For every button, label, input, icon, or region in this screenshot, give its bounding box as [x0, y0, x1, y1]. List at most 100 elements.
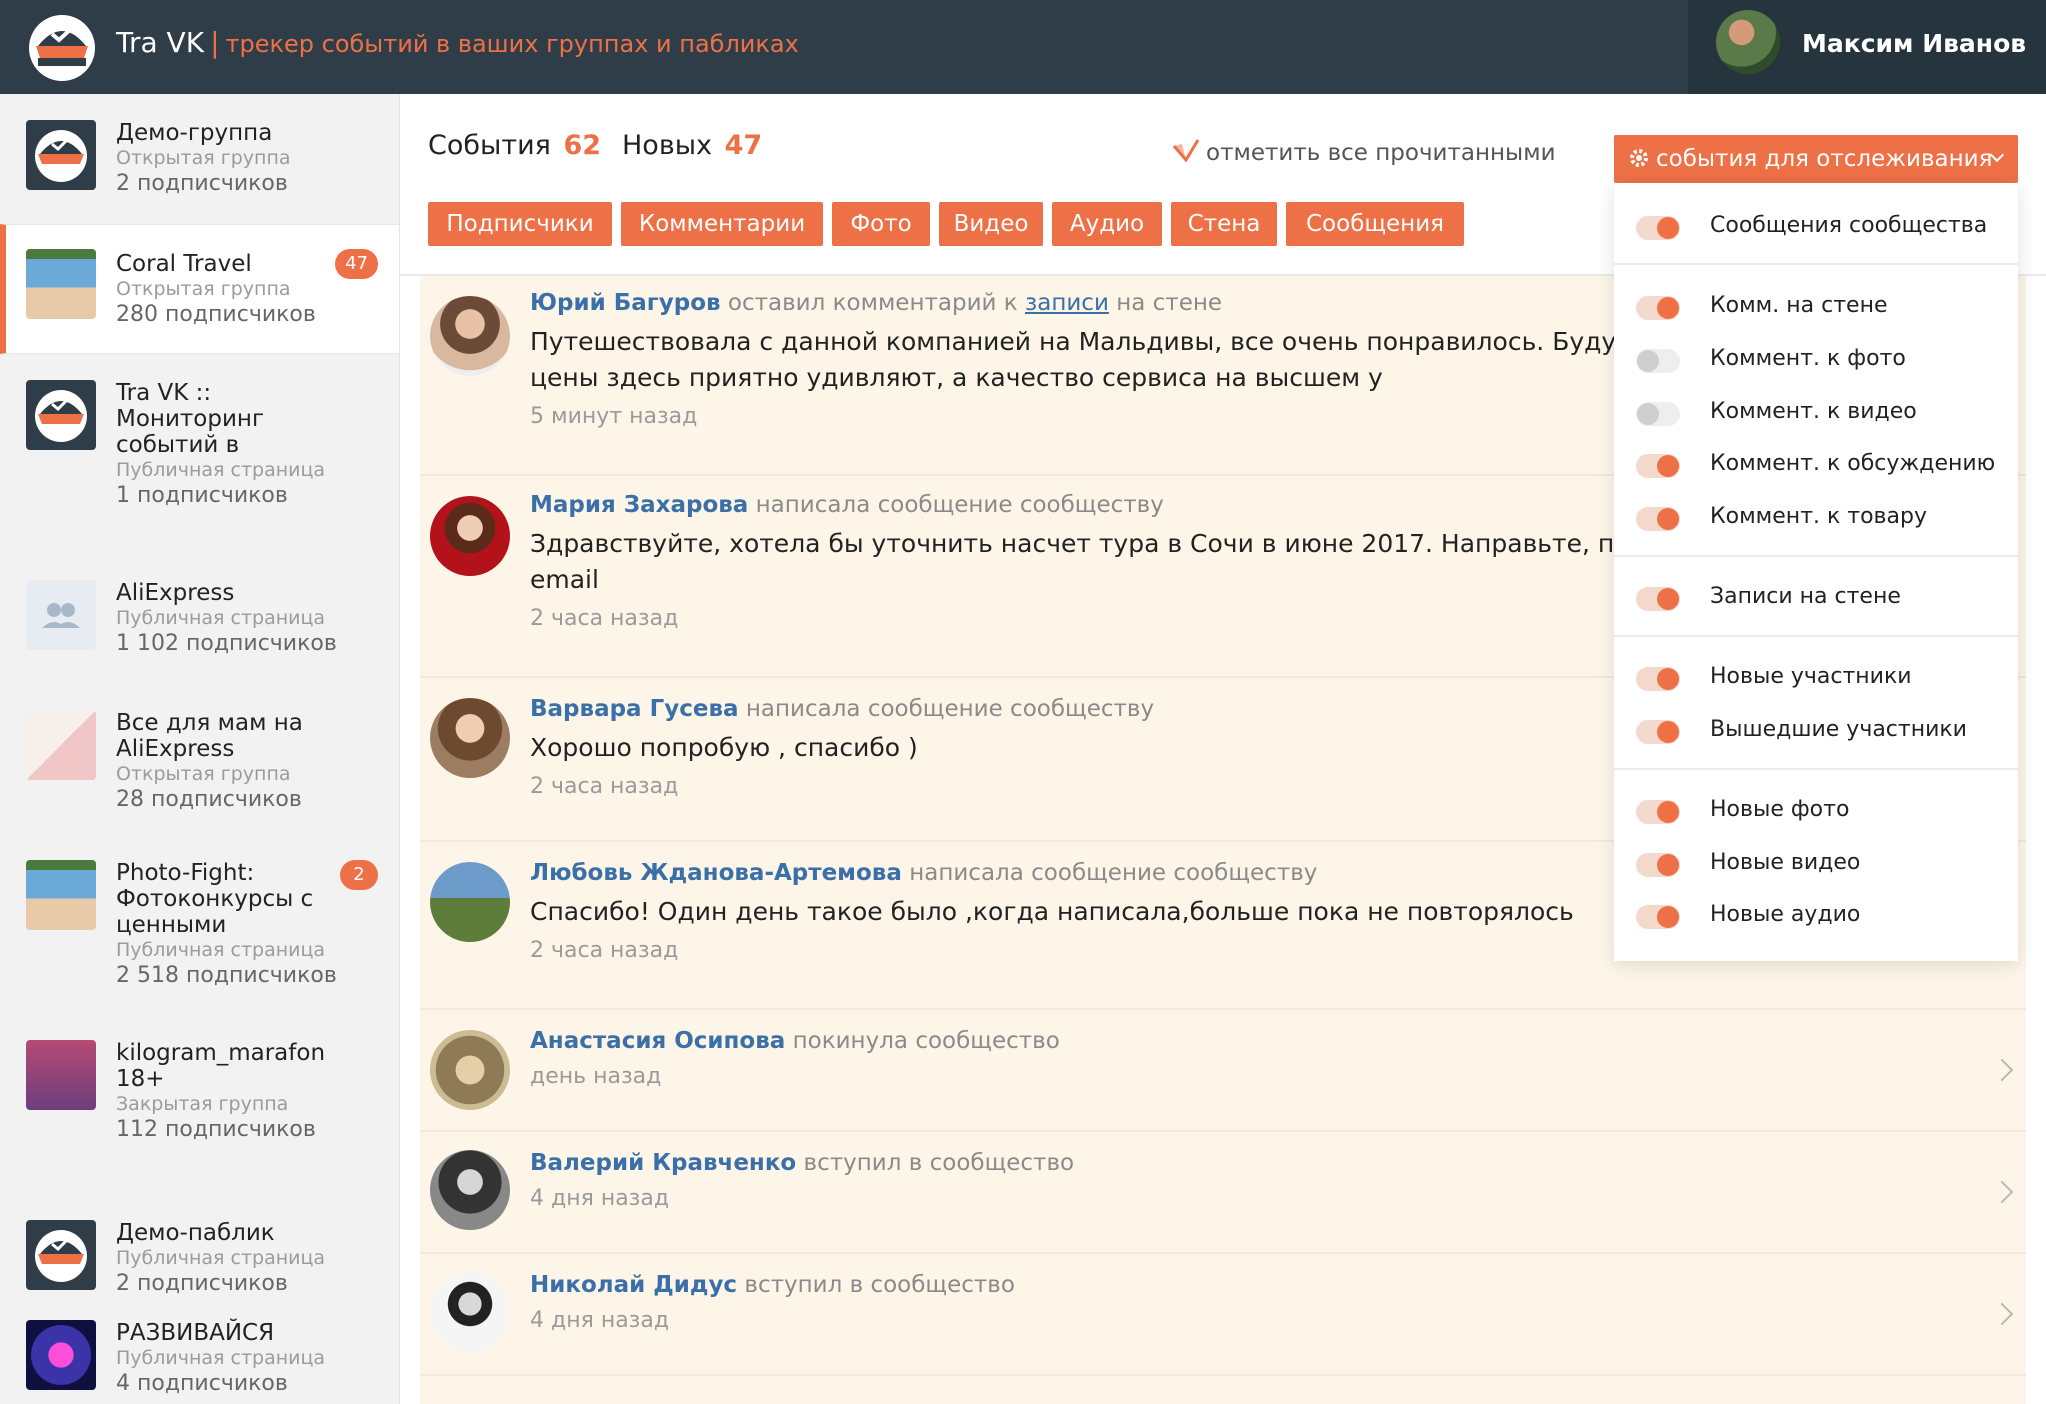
tracking-dropdown-label: события для отслеживания [1656, 146, 1993, 172]
toggle-switch[interactable] [1636, 507, 1680, 531]
tracking-option[interactable]: Новые аудио [1636, 896, 2006, 936]
group-type: Закрытая группа [116, 1093, 289, 1115]
toggle-switch[interactable] [1636, 402, 1680, 426]
group-name: Все для мам на AliExpress [116, 710, 303, 762]
tracking-dropdown-button[interactable]: события для отслеживания [1614, 135, 2018, 183]
avatar[interactable] [430, 1150, 510, 1230]
avatar[interactable] [1716, 10, 1780, 74]
filter-audio-button[interactable]: Аудио [1052, 202, 1162, 246]
group-name: kilogram_marafon 18+ [116, 1040, 326, 1092]
event-action: написала сообщение сообществу [909, 860, 1318, 886]
toggle-switch[interactable] [1636, 853, 1680, 877]
toggle-switch[interactable] [1636, 587, 1680, 611]
toggle-switch[interactable] [1636, 296, 1680, 320]
event-header: Валерий Кравченко вступил в сообщество [530, 1148, 2010, 1178]
toggle-switch[interactable] [1636, 905, 1680, 929]
sidebar-item-group[interactable]: AliExpress Публичная страница 1 102 подпис… [0, 554, 399, 684]
event-author-link[interactable]: Мария Захарова [530, 492, 748, 518]
group-type: Публичная страница [116, 607, 326, 629]
sidebar-item-group[interactable]: Демо-группа Открытая группа 2 подписчиков [0, 94, 399, 224]
event-action: написала сообщение сообществу [755, 492, 1164, 518]
event-body: Валерий Кравченко вступил в сообщество 4… [530, 1148, 2010, 1214]
event-item[interactable] [420, 1376, 2026, 1404]
tracking-option[interactable]: Новые видео [1636, 844, 2006, 884]
tracking-option[interactable]: Записи на стене [1636, 578, 2006, 618]
baby-photo-icon [26, 710, 96, 780]
event-author-link[interactable]: Юрий Багуров [530, 290, 721, 316]
sidebar-item-group[interactable]: Все для мам на AliExpress Открытая группа… [0, 684, 399, 834]
avatar[interactable] [430, 1272, 510, 1352]
mark-all-read-button[interactable]: отметить все прочитанными [1170, 138, 1556, 166]
tracking-option[interactable]: Новые участники [1636, 658, 2006, 698]
event-item[interactable]: Валерий Кравченко вступил в сообщество 4… [420, 1132, 2026, 1254]
toggle-switch[interactable] [1636, 800, 1680, 824]
tracking-option[interactable]: Новые фото [1636, 791, 2006, 831]
event-item[interactable]: Анастасия Осипова покинула сообщество де… [420, 1010, 2026, 1132]
event-author-link[interactable]: Валерий Кравченко [530, 1150, 796, 1176]
cap-logo-icon [26, 380, 96, 450]
tracking-option[interactable]: Сообщения сообщества [1636, 207, 2006, 247]
user-menu[interactable]: Максим Иванов [1688, 0, 2046, 94]
tracking-option[interactable]: Комм. на стене [1636, 287, 2006, 327]
user-name[interactable]: Максим Иванов [1802, 29, 2026, 58]
event-action: вступил в сообщество [803, 1150, 1075, 1176]
group-info: Демо-паблик Публичная страница 2 подписчик… [116, 1220, 366, 1298]
filter-wall-button[interactable]: Стена [1171, 202, 1277, 246]
tracking-option[interactable]: Коммент. к обсуждению [1636, 445, 2006, 485]
cap-logo-icon [26, 1220, 96, 1290]
tracking-option-label: Коммент. к фото [1710, 346, 1906, 371]
new-count: 47 [724, 130, 763, 161]
tracking-option-label: Сообщения сообщества [1710, 213, 1988, 238]
sidebar-item-group[interactable]: Coral Travel Открытая группа 280 подписчик… [0, 224, 399, 354]
event-post-link[interactable]: записи [1025, 290, 1109, 316]
avatar[interactable] [430, 1030, 510, 1110]
event-author-link[interactable]: Варвара Гусева [530, 696, 739, 722]
toggle-switch[interactable] [1636, 454, 1680, 478]
event-action: вступил в сообщество [744, 1272, 1015, 1298]
filter-photo-button[interactable]: Фото [832, 202, 930, 246]
event-author-link[interactable]: Любовь Жданова-Артемова [530, 860, 902, 886]
tab-events[interactable]: События 62 [428, 130, 601, 161]
group-type: Публичная страница [116, 459, 326, 481]
toggle-switch[interactable] [1636, 720, 1680, 744]
unread-badge: 47 [335, 249, 378, 279]
divider [1614, 768, 2018, 770]
divider [1614, 555, 2018, 557]
sidebar-item-group[interactable]: РАЗВИВАЙСЯ Публичная страница 4 подписчико… [0, 1294, 399, 1404]
group-name: AliExpress [116, 580, 235, 606]
cap-logo-icon[interactable] [28, 12, 96, 82]
filter-comments-button[interactable]: Комментарии [621, 202, 823, 246]
sidebar-item-group[interactable]: Tra VK :: Мониторинг событий в Публичная … [0, 354, 399, 554]
group-subscribers: 1 102 подписчиков [116, 631, 337, 656]
avatar[interactable] [430, 496, 510, 576]
toggle-switch[interactable] [1636, 667, 1680, 691]
avatar[interactable] [430, 296, 510, 376]
avatar[interactable] [430, 862, 510, 942]
group-subscribers: 1 подписчиков [116, 483, 288, 508]
sidebar-item-group[interactable]: Photo-Fight: Фотоконкурсы с ценными Публи… [0, 834, 399, 1014]
tracking-option[interactable]: Коммент. к видео [1636, 393, 2006, 433]
tracking-option[interactable]: Вышедшие участники [1636, 711, 2006, 751]
sidebar-item-group[interactable]: kilogram_marafon 18+ Закрытая группа 112 п… [0, 1014, 399, 1194]
group-info: AliExpress Публичная страница 1 102 подпис… [116, 580, 366, 658]
avatar[interactable] [430, 698, 510, 778]
tracking-option[interactable]: Коммент. к фото [1636, 340, 2006, 380]
group-subscribers: 112 подписчиков [116, 1117, 316, 1142]
sidebar-item-group[interactable]: Демо-паблик Публичная страница 2 подписчик… [0, 1194, 399, 1296]
filter-subscribers-button[interactable]: Подписчики [428, 202, 612, 246]
group-info: Все для мам на AliExpress Открытая группа… [116, 710, 366, 814]
event-author-link[interactable]: Николай Дидус [530, 1272, 737, 1298]
toggle-switch[interactable] [1636, 349, 1680, 373]
tracking-option[interactable]: Коммент. к товару [1636, 498, 2006, 538]
tab-new[interactable]: Новых 47 [622, 130, 762, 161]
filter-messages-button[interactable]: Сообщения [1286, 202, 1464, 246]
event-item[interactable]: Николай Дидус вступил в сообщество 4 дня… [420, 1254, 2026, 1376]
tracking-option-label: Коммент. к товару [1710, 504, 1927, 529]
group-name: Демо-группа [116, 120, 273, 146]
toggle-knob [1637, 350, 1659, 372]
toggle-switch[interactable] [1636, 216, 1680, 240]
event-author-link[interactable]: Анастасия Осипова [530, 1028, 785, 1054]
event-action-suffix: на стене [1116, 290, 1223, 316]
toggle-knob [1657, 217, 1679, 239]
filter-video-button[interactable]: Видео [939, 202, 1043, 246]
